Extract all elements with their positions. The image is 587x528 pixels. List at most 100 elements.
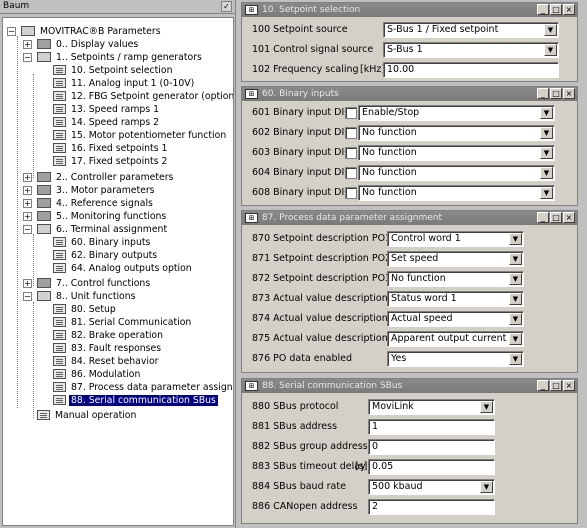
dropdown-arrow-icon[interactable]: ▼ bbox=[544, 24, 557, 36]
tree-item-modulation[interactable]: 86. Modulation bbox=[53, 368, 142, 381]
dropdown-arrow-icon[interactable]: ▼ bbox=[480, 481, 493, 493]
tree-item-display-values[interactable]: + 0.. Display values bbox=[23, 38, 140, 51]
tree-item-reset-behavior[interactable]: 84. Reset behavior bbox=[53, 355, 160, 368]
expand-icon[interactable]: + bbox=[23, 186, 32, 195]
sbus-address-input[interactable]: 1 bbox=[368, 419, 495, 435]
maximize-icon[interactable]: □ bbox=[550, 4, 562, 15]
dropdown-arrow-icon[interactable]: ▼ bbox=[480, 401, 493, 413]
expand-icon[interactable]: + bbox=[23, 279, 32, 288]
close-icon[interactable]: × bbox=[563, 4, 575, 15]
tree-item-monitoring-functions[interactable]: + 5.. Monitoring functions bbox=[23, 210, 168, 223]
collapse-icon[interactable]: − bbox=[23, 225, 32, 234]
tree-item-control-functions[interactable]: + 7.. Control functions bbox=[23, 277, 152, 290]
tree-item-process-data-assignment[interactable]: 87. Process data parameter assignment bbox=[53, 381, 233, 394]
setpoint-source-dropdown[interactable]: S-Bus 1 / Fixed setpoint ▼ bbox=[383, 22, 559, 38]
parameter-tree[interactable]: − MOVITRAC®B Parameters + 0.. Display va… bbox=[2, 17, 234, 526]
collapse-icon[interactable]: − bbox=[7, 27, 16, 36]
minimize-icon[interactable]: _ bbox=[537, 380, 549, 391]
maximize-icon[interactable]: □ bbox=[550, 212, 562, 223]
dropdown-arrow-icon[interactable]: ▼ bbox=[509, 233, 522, 245]
dropdown-arrow-icon[interactable]: ▼ bbox=[540, 147, 553, 159]
tree-item-speed-ramps-2[interactable]: 14. Speed ramps 2 bbox=[53, 116, 161, 129]
tree-item-reference-signals[interactable]: + 4.. Reference signals bbox=[23, 197, 155, 210]
dropdown-arrow-icon[interactable]: ▼ bbox=[509, 273, 522, 285]
minimize-icon[interactable]: _ bbox=[537, 212, 549, 223]
tree-item-motor-potentiometer[interactable]: 15. Motor potentiometer function bbox=[53, 129, 228, 142]
window-titlebar[interactable]: ⊞ 60. Binary inputs _ □ × bbox=[242, 87, 577, 101]
dropdown-arrow-icon[interactable]: ▼ bbox=[509, 253, 522, 265]
tree-item-binary-outputs[interactable]: 62. Binary outputs bbox=[53, 249, 159, 262]
po-data-enabled-dropdown[interactable]: Yes ▼ bbox=[387, 351, 524, 367]
window-titlebar[interactable]: ⊞ 10. Setpoint selection _ □ × bbox=[242, 3, 577, 17]
sbus-timeout-delay-input[interactable]: 0.05 bbox=[368, 459, 495, 475]
setpoint-po2-dropdown[interactable]: Set speed ▼ bbox=[387, 251, 524, 267]
minimize-icon[interactable]: _ bbox=[537, 4, 549, 15]
tree-item-setup[interactable]: 80. Setup bbox=[53, 303, 118, 316]
frequency-scaling-input[interactable]: 10.00 bbox=[383, 62, 559, 78]
pin-icon[interactable]: ✓ bbox=[221, 1, 232, 12]
binary-input-checkbox[interactable] bbox=[345, 167, 357, 179]
expand-icon[interactable]: + bbox=[23, 212, 32, 221]
sbus-baud-rate-dropdown[interactable]: 500 kbaud ▼ bbox=[368, 479, 495, 495]
tree-item-fixed-setpoints-2[interactable]: 17. Fixed setpoints 2 bbox=[53, 155, 169, 168]
close-icon[interactable]: × bbox=[563, 380, 575, 391]
tree-item-motor-parameters[interactable]: + 3.. Motor parameters bbox=[23, 184, 157, 197]
binary-input-di05-dropdown[interactable]: No function ▼ bbox=[358, 165, 555, 181]
sbus-group-address-input[interactable]: 0 bbox=[368, 439, 495, 455]
close-icon[interactable]: × bbox=[563, 88, 575, 99]
control-signal-source-dropdown[interactable]: S-Bus 1 ▼ bbox=[383, 42, 559, 58]
expand-icon[interactable]: + bbox=[23, 199, 32, 208]
tree-item-brake-operation[interactable]: 82. Brake operation bbox=[53, 329, 165, 342]
actual-pi3-dropdown[interactable]: Apparent output current ▼ bbox=[387, 331, 524, 347]
expand-icon[interactable]: + bbox=[23, 173, 32, 182]
actual-pi1-dropdown[interactable]: Status word 1 ▼ bbox=[387, 291, 524, 307]
collapse-icon[interactable]: − bbox=[23, 53, 32, 62]
tree-item-controller-parameters[interactable]: + 2.. Controller parameters bbox=[23, 171, 175, 184]
dropdown-arrow-icon[interactable]: ▼ bbox=[509, 353, 522, 365]
tree-item-serial-communication-sbus[interactable]: 88. Serial communication SBus bbox=[53, 394, 218, 407]
dropdown-arrow-icon[interactable]: ▼ bbox=[540, 187, 553, 199]
tree-item-analog-input-1[interactable]: 11. Analog input 1 (0-10V) bbox=[53, 77, 196, 90]
dropdown-arrow-icon[interactable]: ▼ bbox=[540, 127, 553, 139]
tree-item-fault-responses[interactable]: 83. Fault responses bbox=[53, 342, 163, 355]
tree-item-setpoints-ramp-generators[interactable]: − 1.. Setpoints / ramp generators bbox=[23, 51, 204, 64]
close-icon[interactable]: × bbox=[563, 212, 575, 223]
binary-input-di02-dropdown[interactable]: Enable/Stop ▼ bbox=[358, 105, 555, 121]
dropdown-arrow-icon[interactable]: ▼ bbox=[540, 167, 553, 179]
tree-item-fbg-setpoint-generator[interactable]: 12. FBG Setpoint generator (option) bbox=[53, 90, 233, 103]
dropdown-arrow-icon[interactable]: ▼ bbox=[540, 107, 553, 119]
tree-item-terminal-assignment[interactable]: − 6.. Terminal assignment bbox=[23, 223, 169, 236]
tree-item-fixed-setpoints-1[interactable]: 16. Fixed setpoints 1 bbox=[53, 142, 169, 155]
tree-item-analog-outputs-option[interactable]: 64. Analog outputs option bbox=[53, 262, 194, 275]
window-titlebar[interactable]: ⊞ 88. Serial communication SBus _ □ × bbox=[242, 379, 577, 393]
binary-input-di03-dropdown[interactable]: No function ▼ bbox=[358, 125, 555, 141]
binary-input-checkbox[interactable] bbox=[345, 107, 357, 119]
binary-input-checkbox[interactable] bbox=[345, 147, 357, 159]
minimize-icon[interactable]: _ bbox=[537, 88, 549, 99]
tree-item-setpoint-selection[interactable]: 10. Setpoint selection bbox=[53, 64, 174, 77]
binary-input-di00-dropdown[interactable]: No function ▼ bbox=[358, 185, 555, 201]
sbus-protocol-dropdown[interactable]: MoviLink ▼ bbox=[368, 399, 495, 415]
collapse-icon[interactable]: − bbox=[23, 292, 32, 301]
window-titlebar[interactable]: ⊞ 87. Process data parameter assignment … bbox=[242, 211, 577, 225]
binary-input-checkbox[interactable] bbox=[345, 127, 357, 139]
setpoint-po3-dropdown[interactable]: No function ▼ bbox=[387, 271, 524, 287]
binary-input-checkbox[interactable] bbox=[345, 187, 357, 199]
tree-item-manual-operation[interactable]: Manual operation bbox=[37, 409, 138, 422]
maximize-icon[interactable]: □ bbox=[550, 88, 562, 99]
dropdown-arrow-icon[interactable]: ▼ bbox=[509, 313, 522, 325]
tree-item-serial-communication[interactable]: 81. Serial Communication bbox=[53, 316, 193, 329]
setpoint-po1-dropdown[interactable]: Control word 1 ▼ bbox=[387, 231, 524, 247]
dropdown-arrow-icon[interactable]: ▼ bbox=[544, 44, 557, 56]
maximize-icon[interactable]: □ bbox=[550, 380, 562, 391]
dropdown-arrow-icon[interactable]: ▼ bbox=[509, 333, 522, 345]
tree-item-binary-inputs[interactable]: 60. Binary inputs bbox=[53, 236, 152, 249]
dropdown-arrow-icon[interactable]: ▼ bbox=[509, 293, 522, 305]
tree-item-speed-ramps-1[interactable]: 13. Speed ramps 1 bbox=[53, 103, 161, 116]
canopen-address-input[interactable]: 2 bbox=[368, 499, 495, 515]
expand-icon[interactable]: + bbox=[23, 40, 32, 49]
tree-item-unit-functions[interactable]: − 8.. Unit functions bbox=[23, 290, 137, 303]
binary-input-di04-dropdown[interactable]: No function ▼ bbox=[358, 145, 555, 161]
actual-pi2-dropdown[interactable]: Actual speed ▼ bbox=[387, 311, 524, 327]
tree-root[interactable]: − MOVITRAC®B Parameters bbox=[7, 25, 163, 38]
